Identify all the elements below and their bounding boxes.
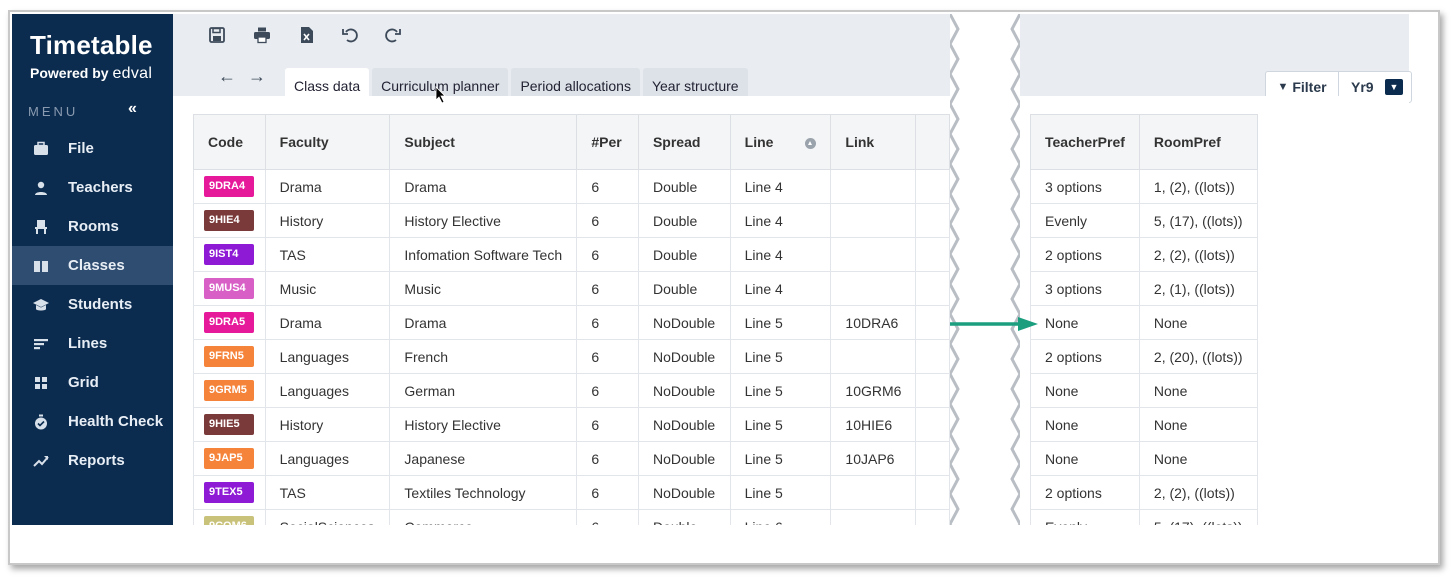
sidebar-item-teachers[interactable]: Teachers [12, 168, 173, 207]
cell-room-pref[interactable]: 2, (1), ((lots)) [1138, 271, 1258, 306]
sidebar-item-label: Grid [68, 374, 99, 391]
brand-logo-text: edval [112, 65, 153, 82]
table-row[interactable]: 2 options 2, (20), ((lots)) [1030, 339, 1258, 374]
briefcase-icon [32, 141, 50, 157]
arrow-right-icon [950, 317, 1038, 331]
right-table-viewport: TeacherPref RoomPref 3 options 1, (2), ((l… [173, 96, 1409, 525]
cell-teacher-pref[interactable]: Evenly [1030, 203, 1140, 238]
cell-room-pref[interactable]: 5, (17), ((lots)) [1138, 509, 1258, 525]
table-row[interactable]: None None [1030, 305, 1258, 340]
sidebar-nav: File Teachers Rooms Classes Students Lines Gri… [12, 129, 173, 480]
sidebar-item-health-check[interactable]: Health Check [12, 402, 173, 441]
cell-room-pref[interactable]: None [1138, 305, 1258, 340]
table-row[interactable]: 2 options 2, (2), ((lots)) [1030, 237, 1258, 272]
sidebar-item-grid[interactable]: Grid [12, 363, 173, 402]
cell-teacher-pref[interactable]: 2 options [1030, 339, 1140, 374]
powered-by-label: Powered by [30, 65, 109, 81]
table-row[interactable]: Evenly5, (17), ((lots)) [1030, 509, 1258, 525]
filter-label: Filter [1292, 79, 1327, 95]
toolbar: ← → Class data Curriculum planner Period al… [173, 14, 1412, 104]
collapse-menu-button[interactable]: « [128, 100, 137, 118]
year-select[interactable]: Yr9 ▼ [1339, 79, 1411, 95]
sidebar-item-rooms[interactable]: Rooms [12, 207, 173, 246]
excel-export-icon[interactable] [296, 24, 318, 46]
cell-teacher-pref[interactable]: None [1030, 305, 1140, 340]
column-header-roompref[interactable]: RoomPref [1138, 114, 1258, 170]
preference-table: TeacherPref RoomPref 3 options 1, (2), ((l… [1030, 114, 1258, 525]
cell-room-pref[interactable]: 2, (2), ((lots)) [1138, 475, 1258, 510]
sidebar-item-label: File [68, 140, 94, 157]
person-icon [32, 180, 50, 196]
app-title: Timetable [30, 30, 153, 60]
mouse-cursor-icon [435, 86, 446, 104]
app-subtitle: Powered by edval [30, 65, 152, 83]
cell-teacher-pref[interactable]: None [1030, 441, 1140, 476]
sidebar-item-label: Students [68, 296, 133, 313]
print-icon[interactable] [251, 24, 273, 46]
cell-teacher-pref[interactable]: None [1030, 373, 1140, 408]
menu-label: MENU [28, 104, 79, 119]
column-header-teacherpref[interactable]: TeacherPref [1030, 114, 1140, 170]
cell-teacher-pref[interactable]: None [1030, 407, 1140, 442]
funnel-icon: ▼ [1277, 81, 1289, 93]
year-value: Yr9 [1351, 79, 1374, 95]
lines-icon [32, 336, 50, 352]
torn-edge-divider [950, 14, 1020, 525]
table-row[interactable]: 2 options 2, (2), ((lots)) [1030, 475, 1258, 510]
sidebar-item-label: Rooms [68, 218, 119, 235]
sidebar-item-label: Health Check [68, 413, 164, 430]
book-icon [32, 258, 50, 274]
table-row[interactable]: 3 options 1, (2), ((lots)) [1030, 169, 1258, 204]
sidebar-item-label: Reports [68, 452, 125, 469]
sidebar-item-file[interactable]: File [12, 129, 173, 168]
chair-icon [32, 219, 50, 235]
sidebar-item-reports[interactable]: Reports [12, 441, 173, 480]
cell-room-pref[interactable]: None [1138, 373, 1258, 408]
cell-room-pref[interactable]: 2, (2), ((lots)) [1138, 237, 1258, 272]
graduation-cap-icon [32, 297, 50, 313]
cell-room-pref[interactable]: None [1138, 441, 1258, 476]
sidebar-item-lines[interactable]: Lines [12, 324, 173, 363]
cell-teacher-pref[interactable]: 3 options [1030, 169, 1140, 204]
sidebar-item-label: Lines [68, 335, 108, 352]
cell-teacher-pref[interactable]: 3 options [1030, 271, 1140, 306]
class-data-panel: Code Faculty Subject #Per Spread Line Link 9DR… [173, 96, 1409, 525]
redo-icon[interactable] [382, 24, 404, 46]
cell-teacher-pref[interactable]: 2 options [1030, 475, 1140, 510]
sidebar-item-classes[interactable]: Classes [12, 246, 173, 285]
table-row[interactable]: None None [1030, 441, 1258, 476]
undo-icon[interactable] [339, 24, 361, 46]
table-row[interactable]: Evenly5, (17), ((lots)) [1030, 203, 1258, 238]
cell-teacher-pref[interactable]: 2 options [1030, 237, 1140, 272]
table-row[interactable]: 3 options 2, (1), ((lots)) [1030, 271, 1258, 306]
back-arrow-icon[interactable]: ← [218, 66, 236, 86]
grid-icon [32, 375, 50, 391]
table-row[interactable]: None None [1030, 407, 1258, 442]
chevron-down-icon: ▼ [1385, 79, 1403, 95]
chart-line-icon [32, 453, 50, 469]
save-icon[interactable] [206, 24, 228, 46]
cell-room-pref[interactable]: 1, (2), ((lots)) [1138, 169, 1258, 204]
sidebar-item-label: Teachers [68, 179, 133, 196]
sidebar-item-students[interactable]: Students [12, 285, 173, 324]
sidebar: Timetable Powered by edval MENU « File Te… [12, 14, 173, 525]
table-row[interactable]: None None [1030, 373, 1258, 408]
cell-room-pref[interactable]: None [1138, 407, 1258, 442]
cell-room-pref[interactable]: 5, (17), ((lots)) [1138, 203, 1258, 238]
history-nav: ← → [218, 66, 278, 87]
stopwatch-icon [32, 414, 50, 430]
cell-teacher-pref[interactable]: Evenly [1030, 509, 1140, 525]
forward-arrow-icon[interactable]: → [248, 66, 266, 86]
cell-room-pref[interactable]: 2, (20), ((lots)) [1138, 339, 1258, 374]
sidebar-item-label: Classes [68, 257, 125, 274]
